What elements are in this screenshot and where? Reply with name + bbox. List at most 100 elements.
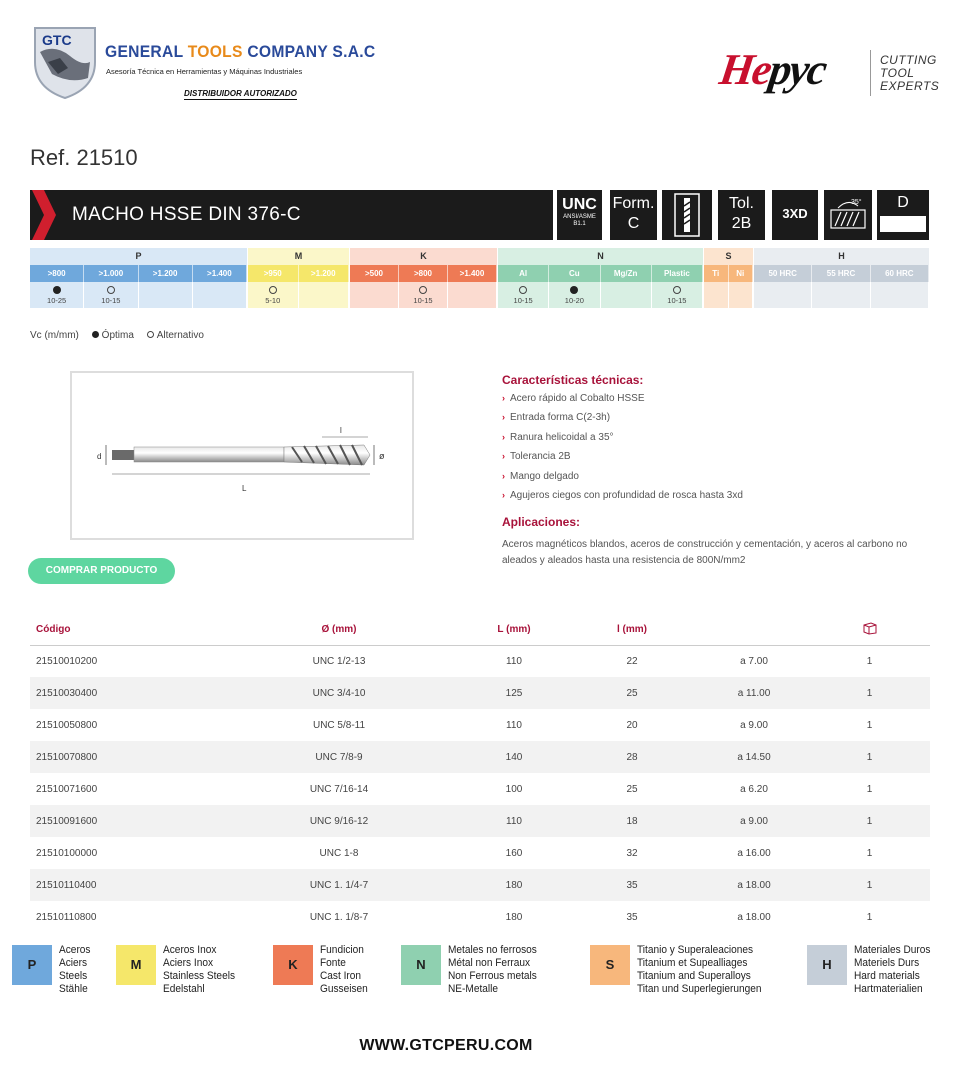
legend-line: NE-Metalle [448, 983, 499, 995]
website-url[interactable]: WWW.GTCPERU.COM [0, 1037, 892, 1055]
material-value-text: 10-20 [564, 296, 584, 305]
table-row[interactable]: 21510010200 UNC 1/2-13 110 22 a 7.00 1 [30, 645, 930, 677]
alternative-dot-icon [268, 286, 277, 294]
material-value-cell [350, 282, 399, 308]
product-table: Código Ø (mm) L (mm) l (mm) 21510010200 U… [30, 615, 930, 933]
legend-line: Aceros Inox [163, 944, 217, 956]
legend-letter-badge: S [590, 945, 630, 985]
table-row[interactable]: 21510110400 UNC 1. 1/4-7 180 35 a 18.00 1 [30, 869, 930, 901]
table-row[interactable]: 21510100000 UNC 1-8 160 32 a 16.00 1 [30, 837, 930, 869]
material-values-row [704, 282, 753, 308]
applications-text: Aceros magnéticos blandos, aceros de con… [502, 539, 908, 566]
legend-letter-badge: K [273, 945, 313, 985]
cell-code: 21510110400 [30, 869, 215, 901]
gtc-name-b: TOOLS [187, 42, 243, 61]
material-value-cell [704, 282, 729, 308]
table-row[interactable]: 21510071600 UNC 7/16-14 100 25 a 6.20 1 [30, 773, 930, 805]
cell-pack: 1 [866, 911, 873, 923]
material-subheader-cell: >950 [248, 265, 299, 282]
material-header-s: S [704, 248, 753, 265]
material-subheader-cell: Mg/Zn [601, 265, 652, 282]
legend-line: Aciers [59, 957, 88, 969]
legend-text: Fundicion Fonte Cast Iron Gusseisen [320, 944, 368, 996]
legend-line: Métal non Ferraux [448, 957, 531, 969]
legend-text: Aceros Aciers Steels Stähle [59, 944, 91, 996]
alternative-label: Alternativo [156, 330, 204, 341]
tap-icon [674, 193, 700, 237]
cell-length: 180 [505, 911, 523, 923]
cell-length: 110 [506, 719, 522, 731]
drawing-l-small-label: l [340, 426, 342, 435]
cell-thread-length: 32 [626, 847, 638, 859]
material-values-row: 10-25 10-15 [30, 282, 247, 308]
cell-thread-length: 28 [565, 741, 699, 773]
cell-length: 180 [463, 869, 565, 901]
characteristic-text: Ranura helicoidal a 35° [510, 431, 614, 443]
legend-line: Steels [59, 970, 88, 982]
cell-drill: a 16.00 [737, 847, 771, 859]
characteristics-title: Características técnicas: [502, 373, 644, 387]
product-ref: Ref. 21510 [30, 145, 138, 170]
cell-length: 110 [463, 805, 565, 837]
table-row[interactable]: 21510070800 UNC 7/8-9 140 28 a 14.50 1 [30, 741, 930, 773]
legend-line: Aciers Inox [163, 957, 214, 969]
material-subheader-cell: Plastic [652, 265, 703, 282]
material-subheader-cell: >500 [350, 265, 399, 282]
cell-diameter: UNC 7/16-14 [309, 783, 369, 795]
helix-angle-icon: 35° [830, 198, 866, 229]
legend-text: Metales no ferrosos Métal non Ferraux Non … [448, 944, 537, 996]
material-header-m: M [248, 248, 349, 265]
material-value-cell [193, 282, 247, 308]
legend-line: Titan und Superlegierungen [637, 983, 762, 995]
characteristic-text: Tolerancia 2B [510, 451, 571, 463]
material-value-cell [139, 282, 193, 308]
material-value-cell [754, 282, 813, 308]
legend-line: Aceros [59, 944, 91, 956]
material-subheader-cell: >1.400 [448, 265, 497, 282]
material-group-s: S Ti Ni [704, 248, 753, 310]
material-subheader-row: >950 >1.200 [248, 265, 349, 282]
material-subheader-cell: >1.200 [299, 265, 349, 282]
material-subheader-row: Ti Ni [704, 265, 753, 282]
material-value-cell: 5-10 [248, 282, 299, 308]
material-value-cell [448, 282, 497, 308]
helix-label: 35° [851, 198, 862, 206]
cell-drill: a 9.00 [740, 719, 768, 731]
material-subheader-cell: Cu [549, 265, 601, 282]
cell-drill: a 14.50 [699, 741, 809, 773]
table-row[interactable]: 21510050800 UNC 5/8-11 110 20 a 9.00 1 [30, 709, 930, 741]
cell-drill: a 11.00 [699, 677, 809, 709]
arrow-right-icon: › [502, 393, 505, 403]
drawing-L-label: L [242, 484, 247, 493]
material-value-text: 10-25 [47, 296, 67, 305]
material-value-cell [729, 282, 753, 308]
buy-product-button[interactable]: COMPRAR PRODUCTO [28, 558, 175, 584]
cell-diameter: UNC 9/16-12 [215, 805, 463, 837]
col-header-drill [699, 615, 809, 646]
material-value-cell [812, 282, 871, 308]
cell-diameter: UNC 5/8-11 [312, 719, 366, 731]
material-subheader-row: Al Cu Mg/Zn Plastic [498, 265, 703, 282]
table-row[interactable]: 21510030400 UNC 3/4-10 125 25 a 11.00 1 [30, 677, 930, 709]
material-value-text: 10-15 [667, 296, 687, 305]
material-value-cell [299, 282, 349, 308]
cell-pack: 1 [809, 805, 930, 837]
alternative-dot-icon [106, 286, 115, 294]
table-row[interactable]: 21510091600 UNC 9/16-12 110 18 a 9.00 1 [30, 805, 930, 837]
legend-line: Titanio y Superaleaciones [637, 944, 754, 956]
cell-thread-length: 25 [565, 677, 699, 709]
legend-line: Stähle [59, 983, 88, 995]
material-value-text: 10-15 [101, 296, 121, 305]
drawing-phi-label: ø [379, 451, 385, 461]
cell-length: 140 [463, 741, 565, 773]
tolerance-badge: Tol. 2B [718, 190, 765, 240]
cell-length: 160 [505, 847, 523, 859]
legend-letter-badge: M [116, 945, 156, 985]
table-row[interactable]: 21510110800 UNC 1. 1/8-7 180 35 a 18.00 1 [30, 901, 930, 933]
material-values-row: 10-15 10-20 10-15 [498, 282, 703, 308]
cell-code: 21510091600 [30, 805, 215, 837]
hepyc-tag-3: EXPERTS [880, 79, 940, 93]
legend-line: Hartmaterialien [854, 983, 923, 995]
table-header-row: Código Ø (mm) L (mm) l (mm) [30, 615, 930, 646]
cell-code: 21510070800 [30, 741, 215, 773]
